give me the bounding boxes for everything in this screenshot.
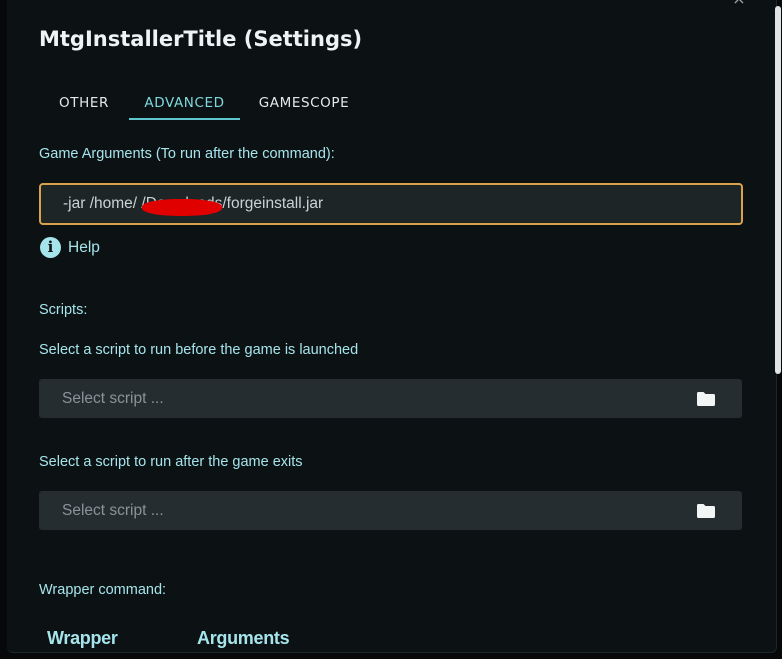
wrapper-command-label: Wrapper command: — [39, 582, 167, 598]
script-before-placeholder: Select script ... — [62, 390, 164, 407]
game-arguments-input[interactable]: -jar /home/ /Downloads/forgeinstall.jar — [39, 183, 743, 225]
scrollbar[interactable] — [775, 6, 781, 374]
folder-icon[interactable] — [696, 391, 716, 407]
arguments-column-header: Arguments — [197, 628, 290, 648]
tab-gamescope[interactable]: GAMESCOPE — [256, 94, 352, 118]
script-after-label: Select a script to run after the game ex… — [39, 454, 303, 470]
game-arguments-label: Game Arguments (To run after the command… — [39, 146, 335, 162]
info-icon: i — [40, 237, 61, 258]
dialog-title: MtgInstallerTitle (Settings) — [39, 27, 363, 51]
folder-icon[interactable] — [696, 503, 716, 519]
script-after-placeholder: Select script ... — [62, 502, 164, 519]
scripts-section-label: Scripts: — [39, 302, 88, 318]
script-after-select[interactable]: Select script ... — [39, 491, 742, 530]
settings-dialog — [7, 0, 777, 653]
wrapper-column-header: Wrapper — [47, 628, 118, 648]
tab-other[interactable]: OTHER — [58, 94, 110, 118]
script-before-label: Select a script to run before the game i… — [39, 342, 359, 358]
tab-advanced[interactable]: ADVANCED — [129, 94, 240, 120]
redaction-mark — [142, 199, 222, 216]
script-before-select[interactable]: Select script ... — [39, 379, 742, 418]
close-icon[interactable]: × — [729, 0, 749, 7]
help-label[interactable]: Help — [68, 239, 100, 257]
